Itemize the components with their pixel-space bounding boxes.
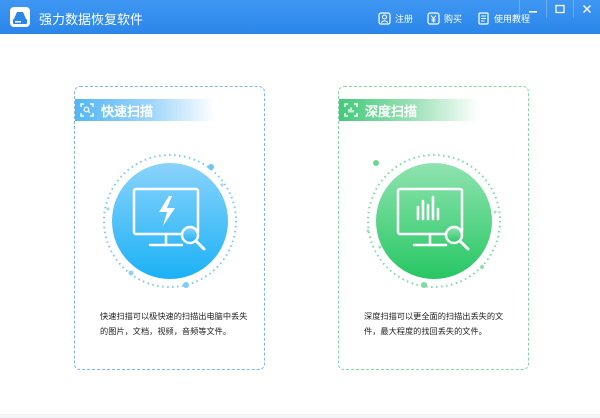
deep-scan-card[interactable]: 深度扫描 深度扫描可以更全面的扫描出丢失的文件，最大程度的找回丢失的文件。 [338,86,529,370]
maximize-button[interactable] [546,0,573,18]
quick-scan-title: 快速扫描 [101,104,154,120]
window-controls [519,0,600,18]
deep-scan-banner: 深度扫描 [339,99,479,121]
close-button[interactable] [573,0,600,18]
register-icon [378,11,391,25]
buy-icon [427,11,440,25]
deep-scan-description: 深度扫描可以更全面的扫描出丢失的文件，最大程度的找回丢失的文件。 [364,311,504,336]
buy-link[interactable]: 购买 [427,10,462,26]
deep-scan-frame-icon [344,103,358,117]
maximize-icon [555,4,565,14]
title-bar: 强力数据恢复软件 注册 购买 使用教程 [0,0,600,34]
register-link[interactable]: 注册 [378,10,413,26]
quick-scan-illustration [98,149,243,294]
app-logo-icon [10,7,30,27]
book-icon [478,11,489,25]
close-icon [583,5,591,13]
minimize-icon [529,11,537,13]
minimize-button[interactable] [519,0,546,18]
scan-frame-icon [80,103,94,117]
app-title: 强力数据恢复软件 [39,13,144,28]
buy-label: 购买 [444,14,463,25]
bottom-strip [0,414,600,418]
deep-scan-title: 深度扫描 [365,104,418,120]
quick-scan-description: 快速扫描可以极快速的扫描出电脑中丢失的图片，文档，视频，音频等文件。 [100,311,248,336]
deep-scan-illustration [362,149,507,294]
register-label: 注册 [395,14,414,25]
quick-scan-banner: 快速扫描 [75,99,215,121]
quick-scan-card[interactable]: 快速扫描 快速扫描可以极快速的扫描出电脑中丢失的图片，文档，视频，音频等文件。 [74,86,265,370]
